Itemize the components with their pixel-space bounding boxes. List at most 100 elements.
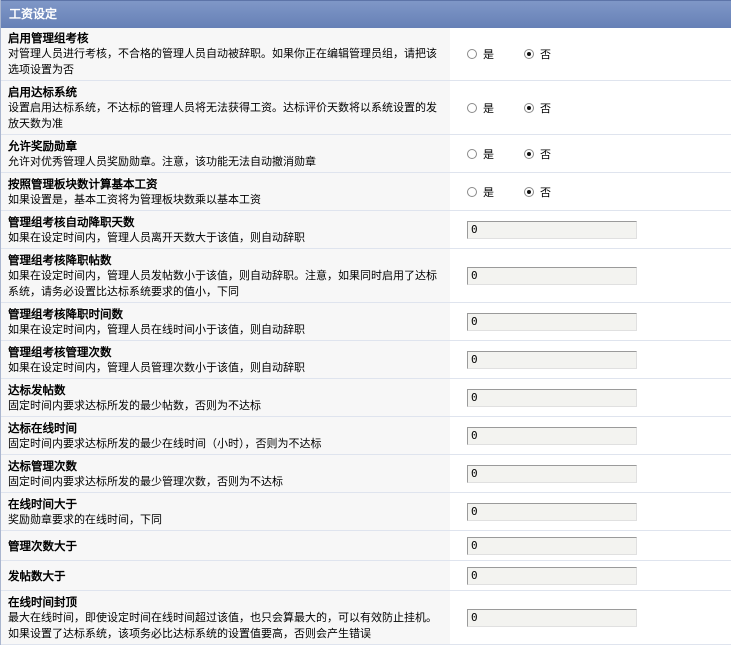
radio-option-yes[interactable]: 是 — [467, 146, 494, 162]
setting-description-cell: 管理组考核降职时间数 如果在设定时间内，管理人员在线时间小于该值，则自动辞职 — [1, 302, 450, 341]
setting-description-cell: 达标在线时间 固定时间内要求达标所发的最少在线时间（小时），否则为不达标 — [1, 416, 450, 455]
setting-description: 如果设置是，基本工资将为管理板块数乘以基本工资 — [8, 192, 261, 206]
radio-label-no: 否 — [540, 48, 551, 61]
setting-value-input[interactable] — [467, 502, 637, 521]
setting-row: 管理组考核自动降职天数 如果在设定时间内，管理人员离开天数大于该值，则自动辞职 — [1, 210, 731, 249]
panel-title: 工资设定 — [1, 0, 731, 28]
setting-value-input[interactable] — [467, 220, 637, 239]
setting-control-cell — [450, 378, 731, 417]
yes-no-radio-group: 是否 — [467, 184, 731, 200]
setting-control-cell — [450, 492, 731, 531]
setting-row: 启用管理组考核对管理人员进行考核，不合格的管理人员自动被辞职。如果你正在编辑管理… — [1, 28, 731, 81]
setting-control-cell — [450, 560, 731, 591]
setting-title: 在线时间封顶 — [8, 594, 77, 609]
radio-button-yes[interactable] — [467, 186, 477, 197]
setting-title: 按照管理板块数计算基本工资 — [8, 176, 158, 191]
radio-option-yes[interactable]: 是 — [467, 100, 494, 116]
setting-value-input[interactable] — [467, 536, 637, 555]
setting-description: 固定时间内要求达标所发的最少在线时间（小时），否则为不达标 — [8, 436, 322, 450]
radio-option-no[interactable]: 否 — [524, 184, 551, 200]
setting-row: 启用达标系统 设置启用达标系统，不达标的管理人员将无法获得工资。达标评价天数将以系… — [1, 80, 731, 135]
setting-description-cell: 达标发帖数 固定时间内要求达标所发的最少帖数，否则为不达标 — [1, 378, 450, 417]
setting-row: 在线时间封顶 最大在线时间，即使设定时间在线时间超过该值，也只会算最大的，可以有效… — [1, 590, 731, 645]
setting-title: 允许奖励勋章 — [8, 138, 77, 153]
setting-description: 允许对优秀管理人员奖励勋章。注意，该功能无法自动撤消勋章 — [8, 154, 316, 168]
setting-description: 奖励勋章要求的在线时间，下同 — [8, 512, 162, 526]
setting-control-cell: 是否 — [450, 134, 731, 173]
setting-control-cell — [450, 248, 731, 303]
radio-button-no[interactable] — [524, 102, 534, 113]
setting-row: 管理次数大于 — [1, 530, 731, 561]
setting-row: 在线时间大于 奖励勋章要求的在线时间，下同 — [1, 492, 731, 531]
radio-option-yes[interactable]: 是 — [467, 184, 494, 200]
setting-title: 达标在线时间 — [8, 420, 77, 435]
setting-row: 达标在线时间 固定时间内要求达标所发的最少在线时间（小时），否则为不达标 — [1, 416, 731, 455]
setting-control-cell — [450, 210, 731, 249]
radio-label-yes: 是 — [483, 101, 494, 115]
radio-button-yes[interactable] — [467, 148, 477, 159]
radio-option-no[interactable]: 否 — [524, 146, 551, 162]
radio-option-yes[interactable]: 是 — [467, 46, 494, 62]
setting-title: 达标管理次数 — [8, 458, 77, 473]
setting-description-cell: 按照管理板块数计算基本工资 如果设置是，基本工资将为管理板块数乘以基本工资 — [1, 172, 450, 211]
setting-row: 管理组考核管理次数 如果在设定时间内，管理人员管理次数小于该值，则自动辞职 — [1, 340, 731, 379]
setting-title: 在线时间大于 — [8, 496, 77, 511]
setting-row: 发帖数大于 — [1, 560, 731, 591]
setting-description: 最大在线时间，即使设定时间在线时间超过该值，也只会算最大的，可以有效防止挂机。如… — [8, 610, 437, 640]
setting-description-cell: 启用达标系统 设置启用达标系统，不达标的管理人员将无法获得工资。达标评价天数将以系… — [1, 80, 450, 135]
setting-title: 发帖数大于 — [8, 568, 66, 583]
setting-description: 对管理人员进行考核，不合格的管理人员自动被辞职。如果你正在编辑管理员组，请把该选… — [8, 47, 437, 76]
radio-button-no[interactable] — [524, 49, 534, 59]
setting-description-cell: 发帖数大于 — [1, 560, 450, 591]
setting-description: 设置启用达标系统，不达标的管理人员将无法获得工资。达标评价天数将以系统设置的发放… — [8, 100, 437, 130]
setting-description: 如果在设定时间内，管理人员在线时间小于该值，则自动辞职 — [8, 322, 305, 336]
radio-label-yes: 是 — [483, 147, 494, 161]
yes-no-radio-group: 是否 — [467, 100, 731, 116]
yes-no-radio-group: 是否 — [467, 46, 731, 62]
setting-description-cell: 管理组考核自动降职天数 如果在设定时间内，管理人员离开天数大于该值，则自动辞职 — [1, 210, 450, 249]
setting-value-input[interactable] — [467, 266, 637, 285]
setting-control-cell — [450, 340, 731, 379]
setting-title: 启用管理组考核 — [8, 31, 89, 45]
setting-value-input[interactable] — [467, 608, 637, 627]
setting-description-cell: 管理组考核管理次数 如果在设定时间内，管理人员管理次数小于该值，则自动辞职 — [1, 340, 450, 379]
setting-row: 允许奖励勋章 允许对优秀管理人员奖励勋章。注意，该功能无法自动撤消勋章是否 — [1, 134, 731, 173]
setting-description-cell: 管理次数大于 — [1, 530, 450, 561]
radio-label-no: 否 — [540, 101, 551, 115]
setting-control-cell — [450, 416, 731, 455]
radio-label-yes: 是 — [483, 48, 494, 61]
setting-control-cell: 是否 — [450, 172, 731, 211]
radio-button-no[interactable] — [524, 186, 534, 197]
setting-description-cell: 在线时间封顶 最大在线时间，即使设定时间在线时间超过该值，也只会算最大的，可以有效… — [1, 590, 450, 645]
radio-button-yes[interactable] — [467, 49, 477, 59]
setting-value-input[interactable] — [467, 388, 637, 407]
setting-row: 按照管理板块数计算基本工资 如果设置是，基本工资将为管理板块数乘以基本工资是否 — [1, 172, 731, 211]
setting-description-cell: 启用管理组考核对管理人员进行考核，不合格的管理人员自动被辞职。如果你正在编辑管理… — [1, 28, 450, 81]
setting-value-input[interactable] — [467, 426, 637, 445]
setting-control-cell: 是否 — [450, 28, 731, 81]
setting-value-input[interactable] — [467, 350, 637, 369]
setting-value-input[interactable] — [467, 312, 637, 331]
radio-option-no[interactable]: 否 — [524, 100, 551, 116]
setting-value-input[interactable] — [467, 566, 637, 585]
setting-title: 启用达标系统 — [8, 84, 77, 99]
setting-control-cell — [450, 530, 731, 561]
radio-label-yes: 是 — [483, 185, 494, 199]
radio-button-yes[interactable] — [467, 102, 477, 113]
setting-description: 如果在设定时间内，管理人员管理次数小于该值，则自动辞职 — [8, 360, 305, 374]
setting-row: 达标发帖数 固定时间内要求达标所发的最少帖数，否则为不达标 — [1, 378, 731, 417]
setting-row: 达标管理次数 固定时间内要求达标所发的最少管理次数，否则为不达标 — [1, 454, 731, 493]
radio-button-no[interactable] — [524, 148, 534, 159]
setting-description-cell: 在线时间大于 奖励勋章要求的在线时间，下同 — [1, 492, 450, 531]
setting-description-cell: 管理组考核降职帖数 如果在设定时间内，管理人员发帖数小于该值，则自动辞职。注意，如… — [1, 248, 450, 303]
setting-title: 达标发帖数 — [8, 382, 66, 397]
settings-table: 启用管理组考核对管理人员进行考核，不合格的管理人员自动被辞职。如果你正在编辑管理… — [1, 28, 731, 645]
radio-option-no[interactable]: 否 — [524, 46, 551, 62]
setting-control-cell: 是否 — [450, 80, 731, 135]
setting-title: 管理组考核管理次数 — [8, 344, 112, 359]
setting-value-input[interactable] — [467, 464, 637, 483]
setting-row: 管理组考核降职时间数 如果在设定时间内，管理人员在线时间小于该值，则自动辞职 — [1, 302, 731, 341]
salary-settings-panel: 工资设定 启用管理组考核对管理人员进行考核，不合格的管理人员自动被辞职。如果你正… — [0, 0, 731, 645]
setting-title: 管理组考核降职时间数 — [8, 306, 123, 321]
setting-description-cell: 达标管理次数 固定时间内要求达标所发的最少管理次数，否则为不达标 — [1, 454, 450, 493]
